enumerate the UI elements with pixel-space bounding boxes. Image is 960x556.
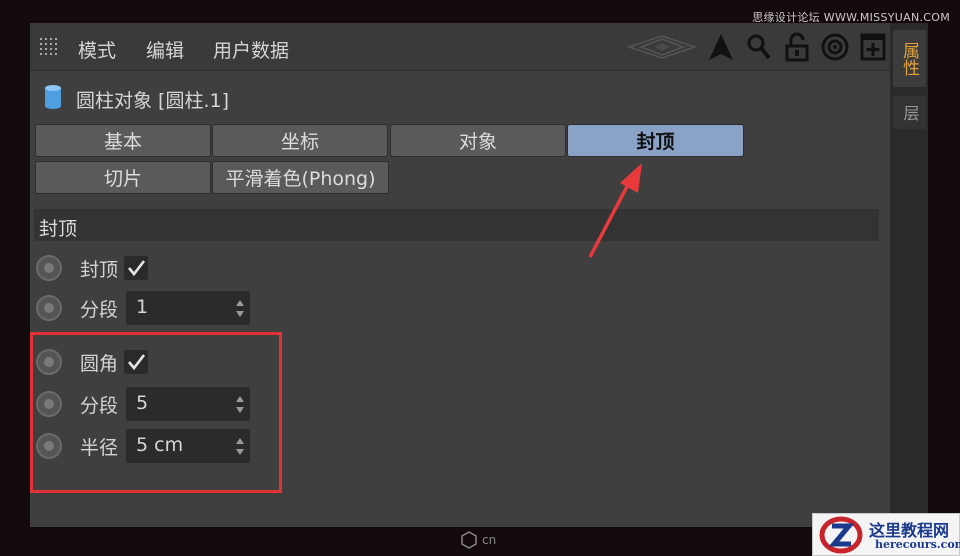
menu-bar: 模式 编辑 用户数据 <box>30 23 890 71</box>
spinner-icon <box>236 300 245 317</box>
right-tab-strip: 属性 层 <box>890 23 928 527</box>
new-panel-icon[interactable] <box>858 32 888 62</box>
site-logo: 这里教程网 herecours.com <box>812 513 960 556</box>
search-icon[interactable] <box>744 32 774 62</box>
tab-basic[interactable]: 基本 <box>35 124 211 157</box>
object-title: 圆柱对象 [圆柱.1] <box>76 89 229 112</box>
cap-segments-animate-radio[interactable] <box>36 295 62 321</box>
tab-coordinates[interactable]: 坐标 <box>212 124 388 157</box>
tab-slice[interactable]: 切片 <box>35 161 211 194</box>
logo-domain: herecours.com <box>875 538 960 551</box>
section-title: 封顶 <box>39 218 78 240</box>
cap-label: 封顶 <box>80 258 119 281</box>
cap-segments-value: 1 <box>136 296 149 318</box>
panel-grip-icon[interactable] <box>40 38 60 56</box>
z-logo-icon <box>819 516 863 554</box>
menu-edit[interactable]: 编辑 <box>146 36 184 63</box>
checkmark-icon <box>128 260 146 277</box>
object-header: 圆柱对象 [圆柱.1] <box>44 85 229 113</box>
tab-object[interactable]: 对象 <box>390 124 566 157</box>
attribute-manager-panel: 模式 编辑 用户数据 圆柱对象 [圆柱.1] 基本 坐标 对象 封顶 切片 平滑… <box>30 23 890 527</box>
lock-icon[interactable] <box>782 32 812 62</box>
tab-phong[interactable]: 平滑着色(Phong) <box>212 161 389 194</box>
cap-checkbox[interactable] <box>124 256 149 280</box>
menu-mode[interactable]: 模式 <box>78 36 116 63</box>
history-navigation-icon[interactable] <box>626 32 698 62</box>
highlight-box <box>30 332 282 493</box>
ui-logo-icon <box>461 531 477 549</box>
cap-segments-input[interactable]: 1 <box>126 291 251 325</box>
tab-attributes[interactable]: 属性 <box>893 30 926 87</box>
bottom-watermark-text: cn <box>482 533 497 547</box>
annotation-arrow-icon <box>588 163 642 258</box>
cap-segments-label: 分段 <box>80 298 119 321</box>
cap-segments-row: 分段 1 <box>36 291 251 325</box>
target-icon[interactable] <box>820 32 850 62</box>
cap-animate-radio[interactable] <box>36 255 62 281</box>
bottom-watermark: cn <box>460 531 496 549</box>
menu-user-data[interactable]: 用户数据 <box>213 36 289 63</box>
cylinder-icon <box>44 84 62 114</box>
tab-caps[interactable]: 封顶 <box>567 124 744 157</box>
section-header: 封顶 <box>34 209 879 241</box>
tab-layers[interactable]: 层 <box>893 96 926 129</box>
navigate-arrow-icon[interactable] <box>706 32 736 62</box>
cap-row: 封顶 <box>36 251 149 285</box>
